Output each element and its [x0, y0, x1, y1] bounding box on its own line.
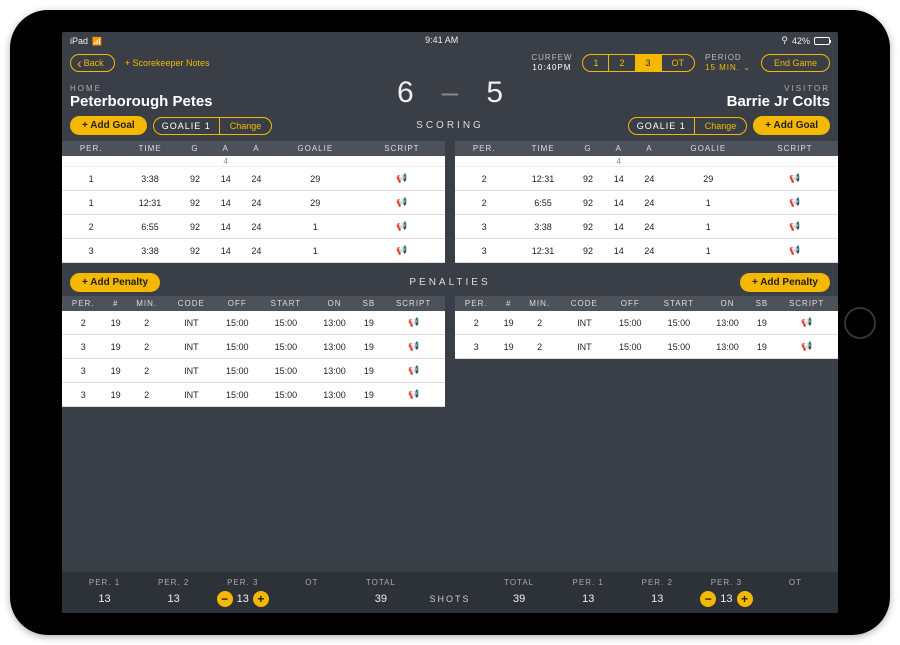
- device-label: iPad: [70, 36, 88, 46]
- megaphone-icon[interactable]: 📢: [801, 317, 812, 327]
- back-button[interactable]: Back: [70, 54, 115, 72]
- minus-button[interactable]: −: [700, 591, 716, 607]
- shots-home-p3-stepper: − 13 +: [208, 591, 277, 607]
- goalie-away-label: GOALIE 1: [629, 118, 695, 134]
- goalie-away-box: GOALIE 1 Change: [628, 117, 748, 135]
- shots-away-p2[interactable]: 13: [623, 593, 692, 605]
- home-label: HOME: [70, 84, 383, 93]
- period-btn-3[interactable]: 3: [636, 55, 662, 71]
- app-screen: iPad 9:41 AM ⚲ 42% Back + Scorekeeper No…: [62, 32, 838, 613]
- period-btn-1[interactable]: 1: [583, 55, 609, 71]
- scorekeeper-notes-link[interactable]: + Scorekeeper Notes: [125, 58, 210, 68]
- megaphone-icon[interactable]: 📢: [789, 197, 800, 207]
- shots-away-p3-stepper: − 13 +: [692, 591, 761, 607]
- scoring-title: SCORING: [278, 120, 621, 131]
- curfew-display: CURFEW 10:40PM: [531, 53, 572, 72]
- shots-bar: PER. 1PER. 2PER. 3OTTOTALTOTALPER. 1PER.…: [62, 572, 838, 613]
- megaphone-icon[interactable]: 📢: [789, 221, 800, 231]
- visitor-label: VISITOR: [517, 84, 830, 93]
- goalie-home-change-button[interactable]: Change: [220, 118, 272, 134]
- away-score: 5: [472, 76, 517, 110]
- battery-label: 42%: [792, 36, 810, 46]
- scoring-controls: Add Goal GOALIE 1 Change SCORING GOALIE …: [62, 116, 838, 141]
- penalties-home-table[interactable]: PER.#MIN.CODEOFFSTARTONSBSCRIPT2192INT15…: [62, 296, 445, 407]
- table-row[interactable]: 3192INT15:0015:0013:0019📢: [455, 335, 838, 359]
- top-bar: Back + Scorekeeper Notes CURFEW 10:40PM …: [62, 49, 838, 76]
- plus-button[interactable]: +: [737, 591, 753, 607]
- table-row[interactable]: 2192INT15:0015:0013:0019📢: [455, 311, 838, 335]
- table-row[interactable]: 112:3192142429📢: [62, 191, 445, 215]
- megaphone-icon[interactable]: 📢: [789, 173, 800, 183]
- add-penalty-away-button[interactable]: Add Penalty: [740, 273, 830, 292]
- goalie-home-label: GOALIE 1: [154, 118, 220, 134]
- battery-icon: [814, 37, 830, 45]
- visitor-team-name: Barrie Jr Colts: [517, 93, 830, 110]
- penalties-controls: Add Penalty PENALTIES Add Penalty: [62, 269, 838, 296]
- table-row[interactable]: 2192INT15:0015:0013:0019📢: [62, 311, 445, 335]
- scoring-home-table[interactable]: PER.TIMEGAAGOALIESCRIPT413:3892142429📢11…: [62, 141, 445, 263]
- plus-button[interactable]: +: [253, 591, 269, 607]
- table-row[interactable]: 312:319214241📢: [455, 239, 838, 263]
- period-btn-OT[interactable]: OT: [662, 55, 695, 71]
- score-separator: –: [428, 76, 473, 110]
- scoring-away-table[interactable]: PER.TIMEGAAGOALIESCRIPT4212:3192142429📢2…: [455, 141, 838, 263]
- status-time: 9:41 AM: [425, 35, 458, 46]
- table-row[interactable]: 13:3892142429📢: [62, 167, 445, 191]
- table-row[interactable]: 26:559214241📢: [455, 191, 838, 215]
- ipad-home-button[interactable]: [844, 307, 876, 339]
- megaphone-icon[interactable]: 📢: [396, 173, 407, 183]
- megaphone-icon[interactable]: 📢: [408, 365, 419, 375]
- megaphone-icon[interactable]: 📢: [396, 221, 407, 231]
- megaphone-icon[interactable]: 📢: [408, 389, 419, 399]
- wifi-icon: [92, 36, 102, 46]
- shots-away-p1[interactable]: 13: [554, 593, 623, 605]
- goalie-home-box: GOALIE 1 Change: [153, 117, 273, 135]
- table-row[interactable]: 3192INT15:0015:0013:0019📢: [62, 335, 445, 359]
- penalties-away-table[interactable]: PER.#MIN.CODEOFFSTARTONSBSCRIPT2192INT15…: [455, 296, 838, 359]
- shots-home-p2[interactable]: 13: [139, 593, 208, 605]
- shots-home-p1[interactable]: 13: [70, 593, 139, 605]
- megaphone-icon[interactable]: 📢: [789, 245, 800, 255]
- add-goal-home-button[interactable]: Add Goal: [70, 116, 147, 135]
- end-game-button[interactable]: End Game: [761, 54, 830, 72]
- score-row: HOME Peterborough Petes 6 – 5 VISITOR Ba…: [62, 76, 838, 116]
- status-bar: iPad 9:41 AM ⚲ 42%: [62, 32, 838, 49]
- table-row[interactable]: 212:3192142429📢: [455, 167, 838, 191]
- period-btn-2[interactable]: 2: [609, 55, 635, 71]
- megaphone-icon[interactable]: 📢: [396, 245, 407, 255]
- shots-values: 13 13 − 13 + 39 SHOTS 39 13 13 − 13 +: [70, 587, 830, 607]
- table-row[interactable]: 33:389214241📢: [62, 239, 445, 263]
- table-row[interactable]: 3192INT15:0015:0013:0019📢: [62, 359, 445, 383]
- bluetooth-icon: ⚲: [781, 35, 788, 46]
- scoring-tables: PER.TIMEGAAGOALIESCRIPT413:3892142429📢11…: [62, 141, 838, 269]
- penalties-tables: PER.#MIN.CODEOFFSTARTONSBSCRIPT2192INT15…: [62, 296, 838, 413]
- period-selector[interactable]: 123OT: [582, 54, 695, 72]
- period-length-selector[interactable]: PERIOD 15 MIN.: [705, 53, 751, 72]
- home-team-name: Peterborough Petes: [70, 93, 383, 110]
- megaphone-icon[interactable]: 📢: [801, 341, 812, 351]
- megaphone-icon[interactable]: 📢: [408, 341, 419, 351]
- table-row[interactable]: 33:389214241📢: [455, 215, 838, 239]
- megaphone-icon[interactable]: 📢: [408, 317, 419, 327]
- minus-button[interactable]: −: [217, 591, 233, 607]
- penalties-title: PENALTIES: [160, 277, 740, 288]
- shots-label: SHOTS: [415, 594, 484, 604]
- add-goal-away-button[interactable]: Add Goal: [753, 116, 830, 135]
- table-row[interactable]: 3192INT15:0015:0013:0019📢: [62, 383, 445, 407]
- shots-headers: PER. 1PER. 2PER. 3OTTOTALTOTALPER. 1PER.…: [70, 578, 830, 587]
- megaphone-icon[interactable]: 📢: [396, 197, 407, 207]
- table-row[interactable]: 26:559214241📢: [62, 215, 445, 239]
- ipad-frame: iPad 9:41 AM ⚲ 42% Back + Scorekeeper No…: [10, 10, 890, 635]
- shots-home-total: 39: [346, 593, 415, 605]
- home-score: 6: [383, 76, 428, 110]
- add-penalty-home-button[interactable]: Add Penalty: [70, 273, 160, 292]
- shots-away-total: 39: [485, 593, 554, 605]
- goalie-away-change-button[interactable]: Change: [695, 118, 747, 134]
